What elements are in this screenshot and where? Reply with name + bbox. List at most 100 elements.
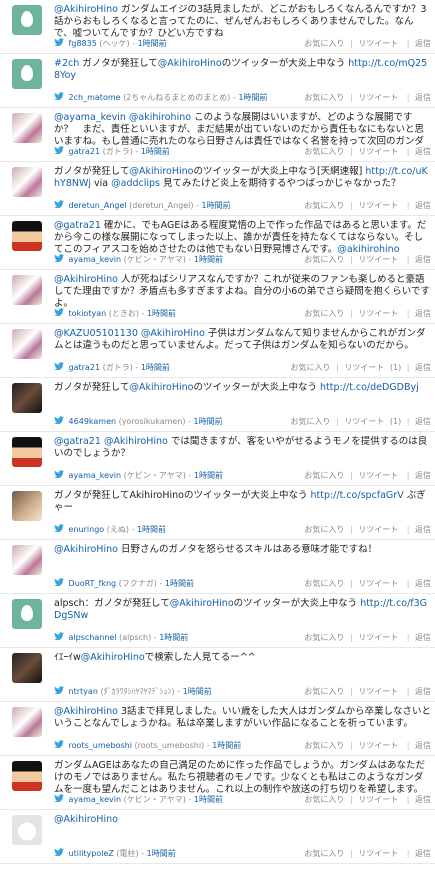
retweet-button[interactable]: リツイート: [358, 741, 398, 750]
tweet-timestamp[interactable]: 1時間前: [194, 471, 223, 480]
favorite-button[interactable]: お気に入り: [304, 471, 344, 480]
tweet-link[interactable]: @gatra21: [54, 436, 101, 447]
tweet-link[interactable]: @AkihiroHino: [130, 166, 194, 177]
tweet-username[interactable]: tokiotyan: [69, 309, 107, 318]
avatar[interactable]: [12, 599, 42, 629]
tweet-username[interactable]: fg8835: [69, 39, 97, 48]
avatar[interactable]: [12, 113, 42, 143]
avatar[interactable]: [12, 491, 42, 521]
avatar[interactable]: [12, 545, 42, 575]
tweet-link[interactable]: @ayama_kevin: [54, 112, 126, 123]
avatar[interactable]: [12, 437, 42, 467]
tweet-link[interactable]: @AkihiroHino: [54, 274, 118, 285]
favorite-button[interactable]: お気に入り: [304, 687, 344, 696]
favorite-button[interactable]: お気に入り: [304, 795, 344, 804]
avatar[interactable]: [12, 383, 42, 413]
tweet-link[interactable]: @AkihiroHino: [54, 4, 118, 15]
retweet-button[interactable]: リツイート: [358, 147, 398, 156]
favorite-button[interactable]: お気に入り: [304, 93, 344, 102]
reply-button[interactable]: 返信: [415, 471, 431, 480]
tweet-username[interactable]: 4649kamen: [69, 417, 117, 426]
reply-button[interactable]: 返信: [415, 795, 431, 804]
tweet-link[interactable]: @gatra21: [54, 220, 101, 231]
avatar[interactable]: [12, 59, 42, 89]
tweet-link[interactable]: @akihirohino: [129, 112, 191, 123]
tweet-timestamp[interactable]: 1時間前: [212, 741, 241, 750]
favorite-button[interactable]: お気に入り: [304, 741, 344, 750]
retweet-button[interactable]: リツイート: [358, 201, 398, 210]
tweet-username[interactable]: ayama_kevin: [69, 471, 122, 480]
favorite-button[interactable]: お気に入り: [291, 363, 331, 372]
avatar[interactable]: [12, 815, 42, 845]
tweet-link[interactable]: @AkihiroHino: [81, 652, 145, 663]
tweet-timestamp[interactable]: 1時間前: [165, 579, 194, 588]
avatar[interactable]: [12, 5, 42, 35]
tweet-link[interactable]: @AkihiroHino: [170, 598, 234, 609]
reply-button[interactable]: 返信: [415, 687, 431, 696]
retweet-button[interactable]: リツイート: [358, 471, 398, 480]
reply-button[interactable]: 返信: [415, 309, 431, 318]
reply-button[interactable]: 返信: [415, 525, 431, 534]
favorite-button[interactable]: お気に入り: [304, 309, 344, 318]
tweet-username[interactable]: enuringo: [69, 525, 105, 534]
tweet-username[interactable]: utilitypoleZ: [69, 849, 114, 858]
tweet-username[interactable]: alpschannel: [69, 633, 117, 642]
tweet-timestamp[interactable]: 1時間前: [137, 525, 166, 534]
retweet-button[interactable]: リツイート: [358, 309, 398, 318]
favorite-button[interactable]: お気に入り: [304, 849, 344, 858]
favorite-button[interactable]: お気に入り: [304, 525, 344, 534]
favorite-button[interactable]: お気に入り: [304, 39, 344, 48]
tweet-timestamp[interactable]: 1時間前: [194, 795, 223, 804]
favorite-button[interactable]: お気に入り: [304, 633, 344, 642]
reply-button[interactable]: 返信: [415, 417, 431, 426]
tweet-link[interactable]: @AkihiroHino: [158, 58, 222, 69]
tweet-link[interactable]: @AkihiroHino: [54, 544, 118, 555]
reply-button[interactable]: 返信: [415, 579, 431, 588]
tweet-link[interactable]: @AkihiroHino: [54, 814, 118, 825]
retweet-button[interactable]: リツイート: [358, 255, 398, 264]
retweet-button[interactable]: リツイート: [358, 525, 398, 534]
avatar[interactable]: [12, 707, 42, 737]
tweet-username[interactable]: 2ch_matome: [69, 93, 121, 102]
tweet-link[interactable]: @AkihiroHino: [104, 436, 168, 447]
avatar[interactable]: [12, 167, 42, 197]
reply-button[interactable]: 返信: [415, 633, 431, 642]
reply-button[interactable]: 返信: [415, 849, 431, 858]
tweet-username[interactable]: ayama_kevin: [69, 255, 122, 264]
tweet-link[interactable]: http://t.co/deDGDByj: [320, 382, 419, 393]
reply-button[interactable]: 返信: [415, 93, 431, 102]
reply-button[interactable]: 返信: [415, 39, 431, 48]
tweet-timestamp[interactable]: 1時間前: [194, 255, 223, 264]
avatar[interactable]: [12, 761, 42, 791]
favorite-button[interactable]: お気に入り: [291, 417, 331, 426]
reply-button[interactable]: 返信: [415, 741, 431, 750]
reply-button[interactable]: 返信: [415, 363, 431, 372]
avatar[interactable]: [12, 221, 42, 251]
favorite-button[interactable]: お気に入り: [304, 201, 344, 210]
retweet-button[interactable]: リツイート: [358, 579, 398, 588]
tweet-username[interactable]: gatra21: [69, 363, 101, 372]
tweet-timestamp[interactable]: 1時間前: [138, 39, 167, 48]
tweet-timestamp[interactable]: 1時間前: [141, 363, 170, 372]
tweet-link[interactable]: #2ch: [54, 58, 79, 69]
tweet-timestamp[interactable]: 1時間前: [183, 687, 212, 696]
retweet-button[interactable]: リツイート: [358, 687, 398, 696]
tweet-username[interactable]: DuoRT_fkng: [69, 579, 117, 588]
retweet-button[interactable]: リツイート: [358, 849, 398, 858]
retweet-button[interactable]: リツイート: [344, 417, 384, 426]
reply-button[interactable]: 返信: [415, 147, 431, 156]
favorite-button[interactable]: お気に入り: [304, 255, 344, 264]
tweet-timestamp[interactable]: 1時間前: [194, 417, 223, 426]
tweet-link[interactable]: @AkihiroHino: [130, 382, 194, 393]
tweet-timestamp[interactable]: 1時間前: [238, 93, 267, 102]
tweet-username[interactable]: deretun_Angel: [69, 201, 127, 210]
tweet-link[interactable]: @AkihiroHino: [54, 706, 118, 717]
favorite-button[interactable]: お気に入り: [304, 147, 344, 156]
tweet-link[interactable]: @addclips: [111, 178, 160, 189]
tweet-username[interactable]: gatra21: [69, 147, 101, 156]
retweet-button[interactable]: リツイート: [358, 93, 398, 102]
avatar[interactable]: [12, 275, 42, 305]
favorite-button[interactable]: お気に入り: [304, 579, 344, 588]
tweet-username[interactable]: roots_umeboshi: [69, 741, 132, 750]
tweet-timestamp[interactable]: 1時間前: [147, 309, 176, 318]
